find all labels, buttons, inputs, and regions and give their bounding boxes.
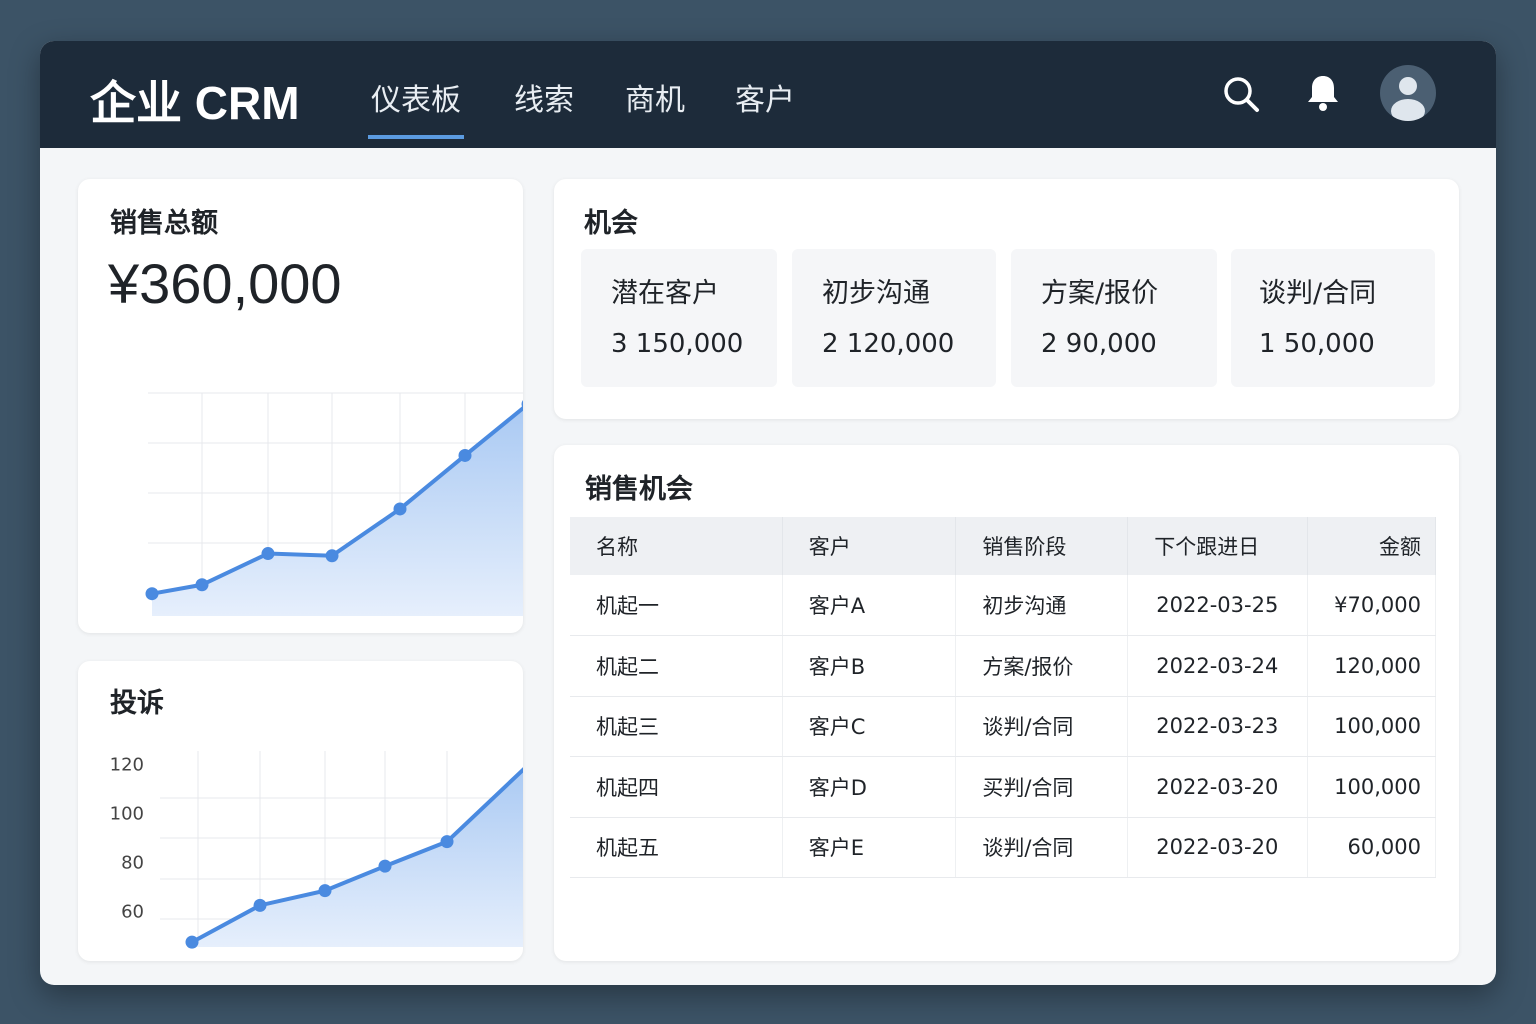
table-cell: 机起四: [570, 756, 783, 818]
table-cell: 谈判/合同: [955, 817, 1129, 878]
table-cell: 客户B: [782, 635, 957, 697]
data-point: [185, 935, 199, 949]
data-point: [378, 859, 392, 873]
column-header[interactable]: 销售阶段: [955, 517, 1129, 575]
table-row[interactable]: 机起二 客户B 方案/报价 2022-03-24 120,000: [570, 635, 1436, 697]
stage-negotiation[interactable]: 谈判/合同 1 50,000: [1231, 249, 1435, 387]
table-cell: 客户C: [782, 696, 957, 757]
table-cell: 2022-03-23: [1127, 696, 1309, 757]
top-nav: 企业 CRM 仪表板 线索 商机 客户: [40, 41, 1496, 148]
column-header[interactable]: 名称: [570, 517, 783, 575]
bell-icon[interactable]: [1306, 73, 1340, 113]
tab-dashboard[interactable]: 仪表板: [368, 75, 464, 139]
tab-deals[interactable]: 商机: [625, 75, 685, 119]
table-cell: 100,000: [1307, 696, 1436, 757]
table-row[interactable]: 机起一 客户A 初步沟通 2022-03-25 ¥70,000: [570, 575, 1436, 636]
stage-label: 方案/报价: [1041, 278, 1159, 309]
table-cell: 100,000: [1307, 756, 1436, 818]
app-window: 企业 CRM 仪表板 线索 商机 客户 销售总额 ¥360,000 1月2月3月…: [40, 41, 1496, 985]
table-row[interactable]: 机起四 客户D 买判/合同 2022-03-20 100,000: [570, 756, 1436, 818]
table-cell: 客户E: [782, 817, 957, 878]
table-cell: ¥70,000: [1307, 575, 1436, 636]
column-header[interactable]: 客户: [782, 517, 957, 575]
deals-table-card: 销售机会 名称 客户 销售阶段 下个跟进日 金额 机起一 客户A 初步沟通 2022-03-2…: [554, 445, 1459, 961]
logo: 企业 CRM: [90, 77, 300, 129]
stage-value: 3 150,000: [611, 329, 744, 359]
table-cell: 谈判/合同: [955, 696, 1129, 757]
stage-label: 谈判/合同: [1259, 278, 1377, 309]
stage-value: 2 90,000: [1041, 329, 1157, 359]
y-tick-label: 100: [110, 803, 144, 824]
table-cell: 机起三: [570, 696, 783, 757]
stage-label: 潜在客户: [611, 278, 719, 309]
tab-customers[interactable]: 客户: [735, 75, 795, 119]
table-cell: 客户D: [782, 756, 957, 818]
data-point: [393, 502, 407, 516]
table-cell: 初步沟通: [955, 575, 1129, 636]
data-point: [145, 587, 159, 601]
table-cell: 方案/报价: [955, 635, 1129, 697]
table-cell: 2022-03-25: [1127, 575, 1309, 636]
table-cell: 120,000: [1307, 635, 1436, 697]
table-cell: 机起一: [570, 575, 783, 636]
stage-label: 初步沟通: [822, 278, 930, 309]
stage-value: 2 120,000: [822, 329, 955, 359]
card-title: 投诉: [110, 688, 164, 719]
stage-initial[interactable]: 初步沟通 2 120,000: [792, 249, 996, 387]
search-icon[interactable]: [1222, 75, 1262, 115]
column-header[interactable]: 金额: [1307, 517, 1436, 575]
table-cell: 2022-03-20: [1127, 756, 1309, 818]
table-cell: 60,000: [1307, 817, 1436, 878]
table-row[interactable]: 机起三 客户C 谈判/合同 2022-03-23 100,000: [570, 696, 1436, 757]
complaints-card: 1月2月3月4月5月6月6080100120 投诉: [78, 661, 523, 961]
table-cell: 2022-03-20: [1127, 817, 1309, 878]
data-point: [440, 835, 454, 849]
data-point: [458, 448, 472, 462]
data-point: [253, 898, 267, 912]
table-cell: 机起二: [570, 635, 783, 697]
y-tick-label: 120: [110, 754, 144, 775]
table-cell: 机起五: [570, 817, 783, 878]
table-cell: 客户A: [782, 575, 957, 636]
card-title: 销售机会: [585, 474, 693, 505]
opportunities-card: 机会 潜在客户 3 150,000 初步沟通 2 120,000 方案/报价 2 90…: [554, 179, 1459, 419]
sales-total-card: 销售总额 ¥360,000 1月2月3月4月5月6月: [78, 179, 523, 633]
column-header[interactable]: 下个跟进日: [1127, 517, 1309, 575]
sales-chart: 1月2月3月4月5月6月: [145, 392, 523, 616]
table-cell: 2022-03-24: [1127, 635, 1309, 697]
area-fill: [192, 769, 523, 947]
data-point: [195, 578, 209, 592]
user-icon: [1391, 77, 1425, 121]
card-title: 机会: [584, 208, 638, 239]
y-tick-label: 80: [121, 852, 144, 873]
data-point: [325, 549, 339, 563]
stage-proposal[interactable]: 方案/报价 2 90,000: [1011, 249, 1217, 387]
data-point: [318, 884, 332, 898]
stage-value: 1 50,000: [1259, 329, 1375, 359]
stage-prospect[interactable]: 潜在客户 3 150,000: [581, 249, 777, 387]
avatar[interactable]: [1380, 65, 1436, 121]
y-tick-label: 60: [121, 901, 144, 922]
tab-leads[interactable]: 线索: [514, 75, 574, 119]
deals-table: 名称 客户 销售阶段 下个跟进日 金额 机起一 客户A 初步沟通 2022-03-25 ¥70,…: [570, 517, 1436, 878]
table-cell: 买判/合同: [955, 756, 1129, 818]
table-row[interactable]: 机起五 客户E 谈判/合同 2022-03-20 60,000: [570, 817, 1436, 878]
data-point: [261, 547, 275, 561]
